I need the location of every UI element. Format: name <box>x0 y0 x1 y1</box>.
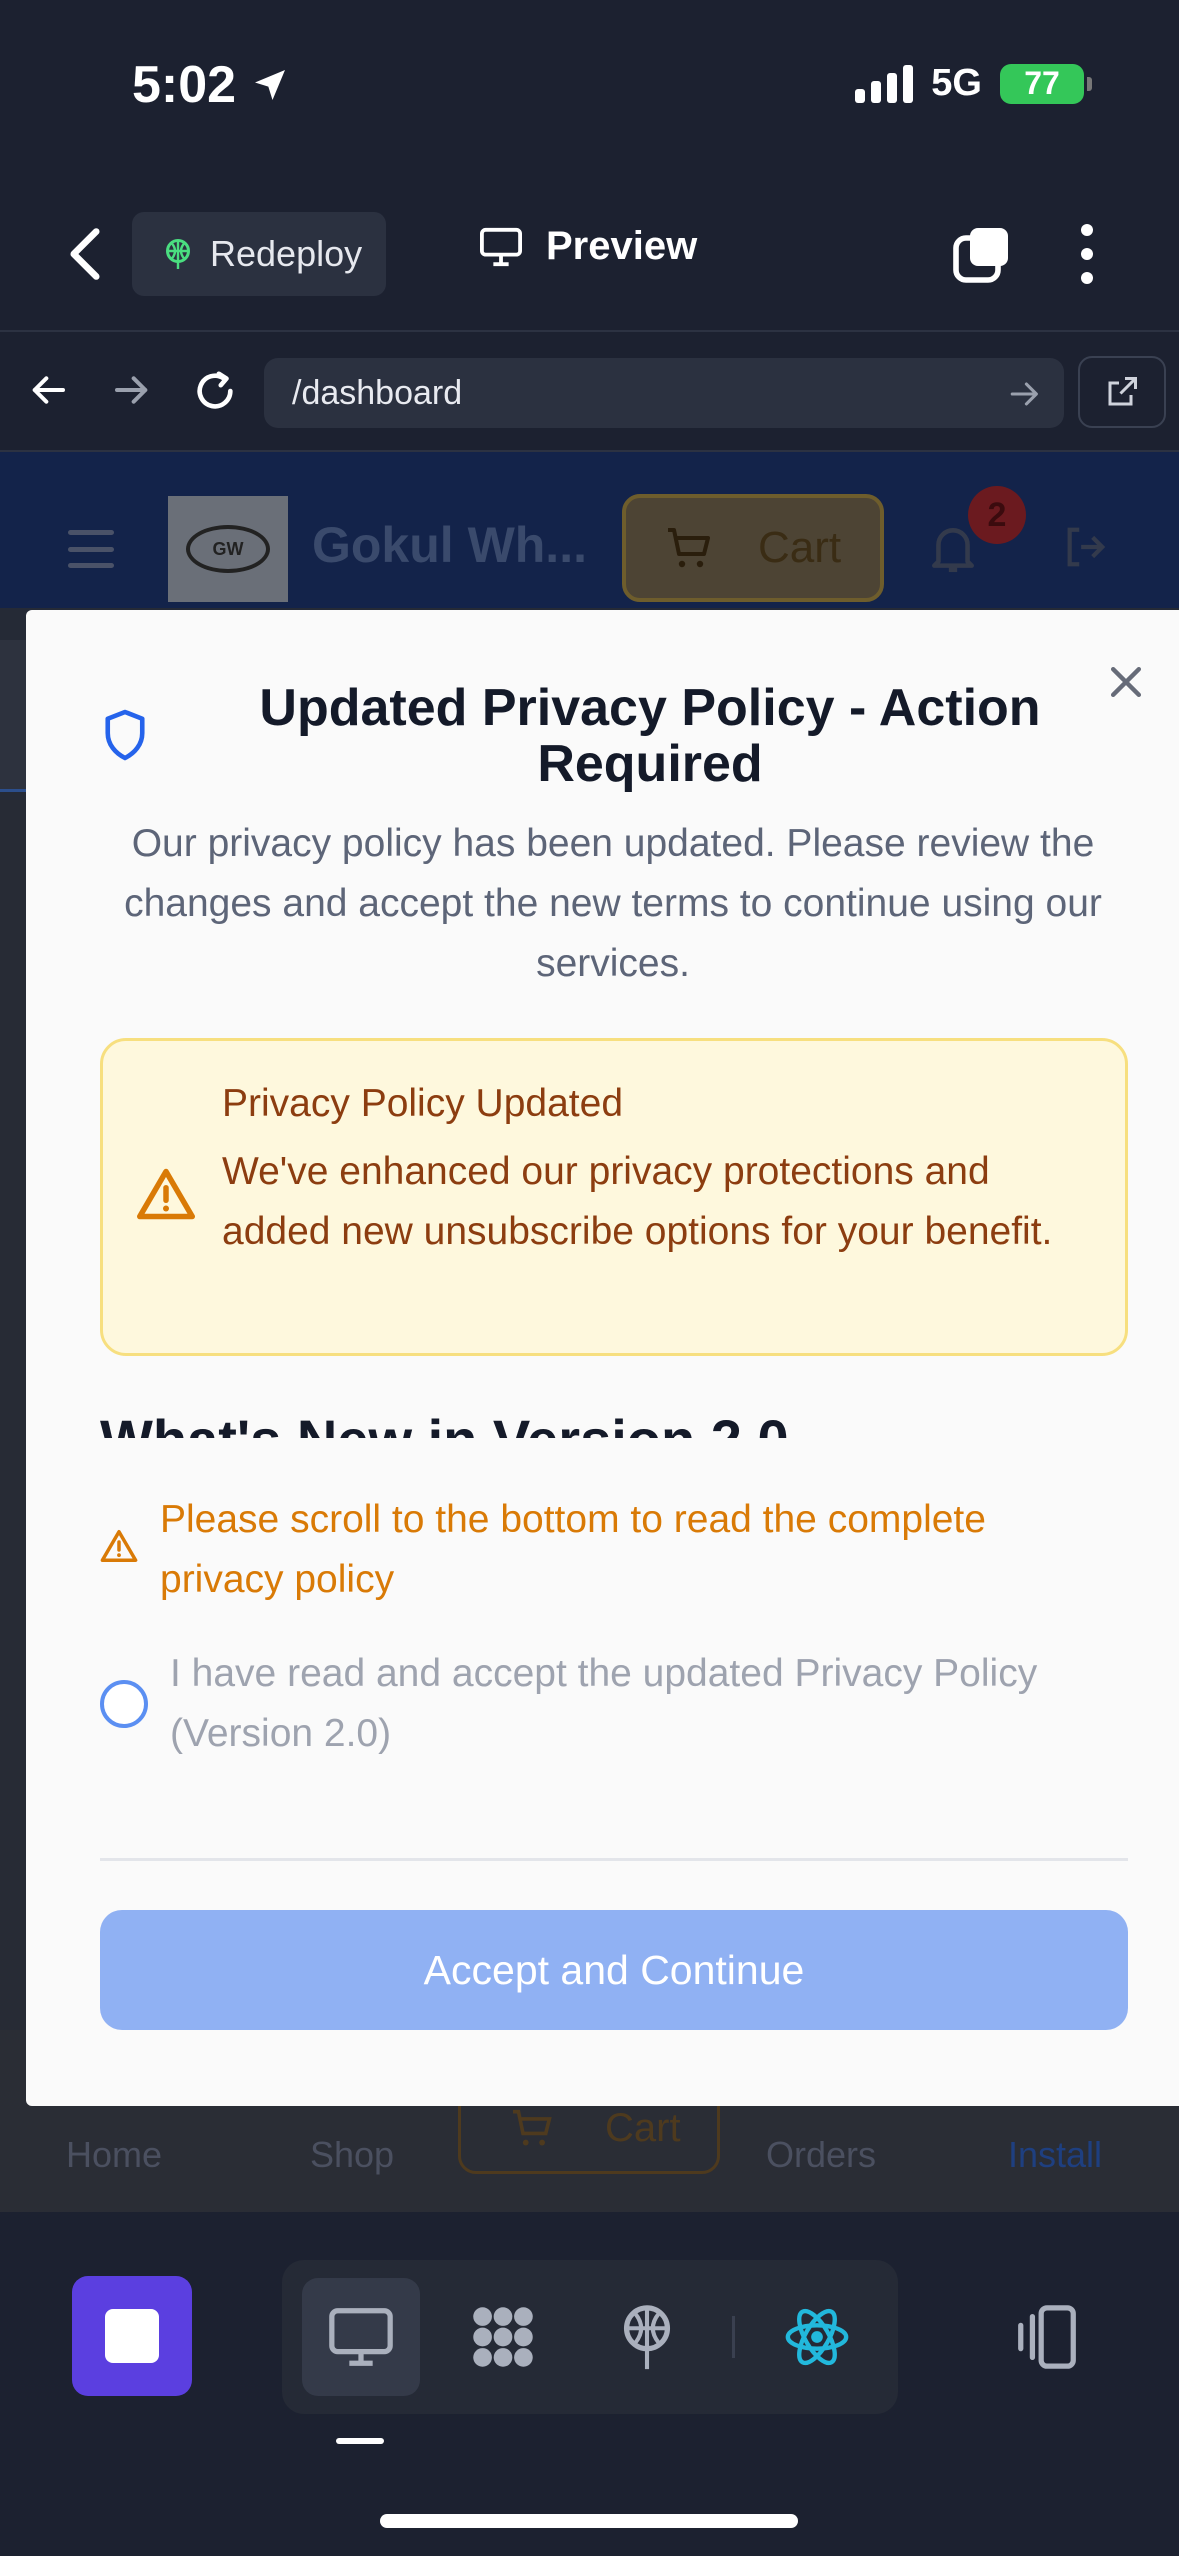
home-indicator[interactable] <box>380 2514 798 2528</box>
arrow-left-icon[interactable] <box>28 370 68 410</box>
preview-tab[interactable]: Preview <box>478 224 697 269</box>
battery-icon: 77 <box>1000 63 1092 104</box>
logo: GW <box>168 496 288 602</box>
logo-mark: GW <box>186 525 270 573</box>
grid-dots-icon[interactable] <box>468 2302 538 2372</box>
monitor-icon[interactable] <box>326 2302 396 2372</box>
divider <box>732 2316 735 2358</box>
shield-icon <box>105 709 145 761</box>
modal-description: Our privacy policy has been updated. Ple… <box>124 822 1102 985</box>
divider <box>0 330 1179 332</box>
policy-scroll-area[interactable]: What's New in Version 2.0 <box>100 1400 1100 1438</box>
close-icon[interactable] <box>1104 660 1148 704</box>
url-input[interactable]: /dashboard <box>264 358 1064 428</box>
accept-policy-label[interactable]: I have read and accept the updated Priva… <box>170 1644 1090 1764</box>
redeploy-icon <box>166 239 190 269</box>
redeploy-button[interactable]: Redeploy <box>132 212 386 296</box>
warning-triangle-icon <box>100 1530 138 1562</box>
active-tab-indicator <box>336 2438 384 2444</box>
nav-install[interactable]: Install <box>1008 2134 1102 2176</box>
preview-label: Preview <box>546 224 698 268</box>
status-time-text: 5:02 <box>132 56 237 114</box>
modal-title: Updated Privacy Policy - Action Required <box>259 679 1041 793</box>
section-heading: What's New in Version 2.0 <box>100 1400 1100 1438</box>
nav-orders[interactable]: Orders <box>766 2134 876 2176</box>
stop-button[interactable] <box>72 2276 192 2396</box>
notice-text: We've enhanced our privacy protections a… <box>222 1150 1053 1253</box>
location-arrow-icon <box>255 70 286 100</box>
header-cart-button[interactable]: Cart <box>622 494 884 602</box>
accept-policy-checkbox[interactable] <box>100 1680 148 1728</box>
divider <box>100 1858 1128 1861</box>
open-external-button[interactable] <box>1078 356 1166 428</box>
battery-level: 77 <box>1024 65 1060 101</box>
arrow-right-icon[interactable] <box>112 370 152 410</box>
nav-home[interactable]: Home <box>66 2134 162 2176</box>
go-arrow-icon[interactable] <box>1008 377 1042 411</box>
external-link-icon <box>1108 377 1137 406</box>
nav-shop[interactable]: Shop <box>310 2134 394 2176</box>
status-time: 5:02 <box>132 55 290 115</box>
redeploy-label: Redeploy <box>210 233 363 274</box>
network-type: 5G <box>931 62 982 104</box>
deploy-icon[interactable] <box>612 2302 682 2372</box>
accept-continue-button[interactable]: Accept and Continue <box>100 1910 1128 2030</box>
cart-icon <box>513 2109 552 2146</box>
accept-button-label: Accept and Continue <box>423 1946 805 1993</box>
monitor-icon <box>480 227 522 266</box>
react-icon[interactable] <box>782 2302 852 2372</box>
back-chevron-icon[interactable] <box>62 224 108 284</box>
cart-icon <box>668 528 710 568</box>
nav-cart-label: Cart <box>605 2105 681 2150</box>
tabs-icon[interactable] <box>952 224 1012 284</box>
notice-title: Privacy Policy Updated <box>222 1082 624 1125</box>
more-menu-icon[interactable] <box>1072 224 1102 284</box>
stop-icon <box>105 2309 159 2363</box>
warning-triangle-icon <box>137 1168 195 1220</box>
scroll-warning: Please scroll to the bottom to read the … <box>160 1498 986 1601</box>
logout-icon[interactable] <box>1062 524 1108 570</box>
app-name: Gokul Wh... <box>312 517 587 573</box>
url-text: /dashboard <box>292 373 463 412</box>
notification-badge: 2 <box>968 486 1026 544</box>
bell-icon[interactable] <box>928 522 978 576</box>
responsive-view-icon[interactable] <box>1012 2302 1082 2372</box>
header-cart-label: Cart <box>758 523 842 572</box>
status-indicators: 5G 77 <box>855 62 1092 105</box>
reload-icon[interactable] <box>192 368 238 414</box>
hamburger-menu-icon[interactable] <box>68 530 114 568</box>
signal-icon <box>855 64 914 103</box>
